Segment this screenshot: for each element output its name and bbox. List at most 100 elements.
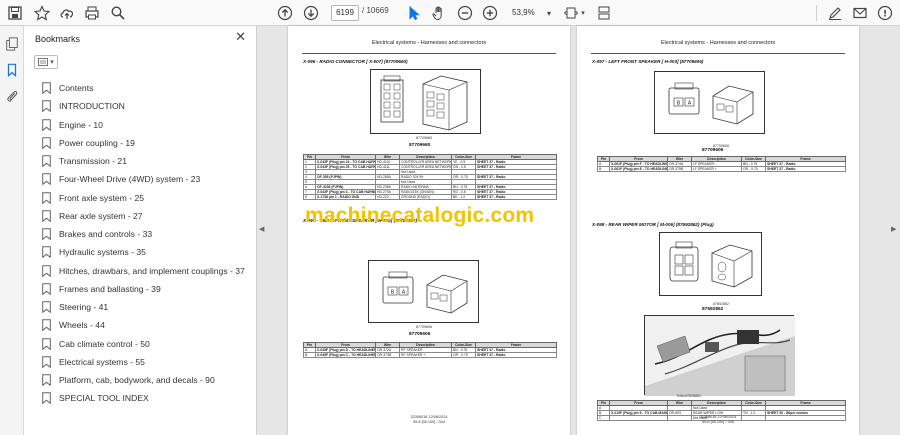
bookmark-item[interactable]: Rear axle system - 27: [42, 207, 254, 225]
connector-diagram: [370, 69, 481, 134]
table-cell: CONTROLLER AREA NETWORK LINK LOW: [399, 164, 452, 170]
bookmark-icon: [42, 100, 51, 113]
table-cell: CONTROLLER AREA NETWORK LINK HIGH: [399, 159, 452, 165]
bookmark-label: Platform, cab, bodywork, and decals - 90: [59, 375, 215, 386]
wiring-table: Pin From Wire Description Color-Size Frame AX…: [303, 342, 557, 358]
bookmark-item[interactable]: Electrical systems - 55: [42, 353, 254, 371]
section-title: X-097 - LEFT FRONT SPEAKER [ H-003] (877…: [592, 59, 704, 64]
svg-text:B: B: [391, 289, 395, 295]
page-number-input[interactable]: 6199: [331, 5, 359, 21]
bookmark-icon: [42, 246, 51, 259]
bookmark-label: Hydraulic systems - 35: [59, 247, 146, 258]
bookmark-label: Front axle system - 25: [59, 192, 145, 203]
bookmark-item[interactable]: Front axle system - 25: [42, 189, 254, 207]
select-cursor-icon[interactable]: [405, 4, 423, 22]
wiper-harness-photo: [644, 315, 795, 396]
chevron-down-icon[interactable]: ▾: [540, 4, 558, 22]
page-footer: 32308018 12/08/2024 55.8 [55.100] / 345: [577, 415, 859, 425]
bookmark-item[interactable]: INTRODUCTION: [42, 97, 254, 115]
table-cell: SHEET 37 - Radio: [765, 166, 846, 172]
bookmark-item[interactable]: SPECIAL TOOL INDEX: [42, 389, 254, 407]
bookmark-icon: [42, 173, 51, 186]
bookmark-item[interactable]: Frames and ballasting - 39: [42, 280, 254, 298]
table-header-cell: Color-Size: [741, 156, 766, 162]
bookmark-icon: [42, 301, 51, 314]
table-header-cell: Color-Size: [741, 400, 766, 406]
bookmark-item[interactable]: Hydraulic systems - 35: [42, 243, 254, 261]
sign-pen-icon[interactable]: [826, 4, 844, 22]
pdf-page-right: Electrical systems - Harnesses and conne…: [577, 26, 859, 435]
hand-tool-icon[interactable]: [430, 4, 448, 22]
bookmark-icon: [42, 82, 51, 95]
table-header-cell: Color-Size: [451, 154, 476, 160]
bookmark-item[interactable]: Wheels - 44: [42, 316, 254, 334]
left-rail: [0, 26, 24, 435]
upload-cloud-icon[interactable]: [58, 4, 76, 22]
bookmark-icon: [42, 283, 51, 295]
zoom-out-icon[interactable]: [456, 4, 474, 22]
bookmark-item[interactable]: Cab climate control - 50: [42, 335, 254, 353]
speaker-connector-diagram: B A: [654, 71, 765, 134]
bookmark-item[interactable]: Four-Wheel Drive (4WD) system - 23: [42, 170, 254, 188]
bookmark-item[interactable]: Contents: [42, 79, 254, 97]
svg-text:B: B: [677, 100, 681, 106]
bookmark-label: Four-Wheel Drive (4WD) system - 23: [59, 174, 201, 185]
bookmark-item[interactable]: Brakes and controls - 33: [42, 225, 254, 243]
fit-options-chevron-icon[interactable]: ▾: [574, 4, 592, 22]
bookmark-icon[interactable]: [4, 62, 20, 78]
table-cell: OR - 0.75: [451, 352, 476, 358]
bookmark-label: Steering - 41: [59, 302, 109, 313]
bookmark-icon: [42, 264, 51, 277]
table-cell: LF SPEAKER +: [691, 166, 742, 172]
figure-caption: 87709660: [416, 136, 432, 140]
bookmark-icon: [42, 155, 51, 168]
wiring-table: Pin From Wire Description Color-Size Frame 1X…: [303, 154, 557, 200]
bookmark-icon: [42, 137, 51, 149]
watermark: machinecatalogic.com: [305, 204, 535, 227]
close-icon[interactable]: ✕: [235, 30, 246, 45]
table-cell: HD-223: [375, 194, 400, 200]
table-cell: B: [597, 166, 610, 172]
bookmark-item[interactable]: Steering - 41: [42, 298, 254, 316]
bookmark-label: Brakes and controls - 33: [59, 229, 153, 240]
bookmark-item[interactable]: Power coupling - 19: [42, 134, 254, 152]
bookmark-item[interactable]: Engine - 10: [42, 116, 254, 134]
bookmark-icon: [42, 356, 51, 368]
bookmark-icon: [42, 374, 51, 387]
toolbar: 6199 / 10669 53,9% ▾ ▾ !: [0, 0, 900, 26]
email-icon[interactable]: [851, 4, 869, 22]
bookmark-item[interactable]: Hitches, drawbars, and implement couplin…: [42, 262, 254, 280]
table-cell: X-045F (Plug) pin D - TO HEADLINER SW HA…: [315, 347, 376, 353]
bookmark-icon: [42, 228, 51, 241]
page-header: Electrical systems - Harnesses and conne…: [660, 40, 776, 46]
page-thumbnails-icon[interactable]: [4, 36, 20, 52]
bookmark-options-button[interactable]: ▾: [34, 55, 58, 69]
previous-page-icon[interactable]: [276, 4, 294, 22]
zoom-in-icon[interactable]: [481, 4, 499, 22]
table-cell: X-045F (Plug) pin C - TO HEADLINER SW HA…: [315, 352, 376, 358]
attachment-icon[interactable]: [4, 88, 20, 104]
table-cell: X-1738 pin 1 - RADIO GND: [315, 194, 376, 200]
expand-panel-icon[interactable]: ▶: [891, 225, 896, 233]
table-cell: X-043F (Plug) pin 25 - TO CAB HARNESS (5…: [315, 164, 376, 170]
print-icon[interactable]: [83, 4, 101, 22]
vertical-scrollbar[interactable]: [866, 26, 878, 435]
bookmark-label: SPECIAL TOOL INDEX: [59, 393, 149, 404]
table-cell: RF SPEAKER +: [399, 352, 452, 358]
bookmark-label: INTRODUCTION: [59, 101, 125, 112]
speaker-connector-diagram: B A: [368, 260, 479, 323]
table-cell: X-061F (Plug) pin E - TO HEADLINER SW HA…: [609, 166, 668, 172]
save-icon[interactable]: [6, 4, 24, 22]
next-page-icon[interactable]: [302, 4, 320, 22]
bookmark-icon: [42, 118, 51, 131]
bookmark-item[interactable]: Transmission - 21: [42, 152, 254, 170]
bookmark-label: Power coupling - 19: [59, 137, 135, 148]
help-icon[interactable]: !: [876, 4, 894, 22]
page-footer: 32308018 12/08/2024 55.8 [55.100] / 344: [288, 415, 570, 425]
search-icon[interactable]: [109, 4, 127, 22]
collapse-panel-icon[interactable]: ◀: [259, 225, 264, 233]
scroll-mode-icon[interactable]: [595, 4, 613, 22]
bookmark-icon: [42, 337, 51, 350]
star-icon[interactable]: [33, 4, 51, 22]
bookmark-item[interactable]: Platform, cab, bodywork, and decals - 90: [42, 371, 254, 389]
